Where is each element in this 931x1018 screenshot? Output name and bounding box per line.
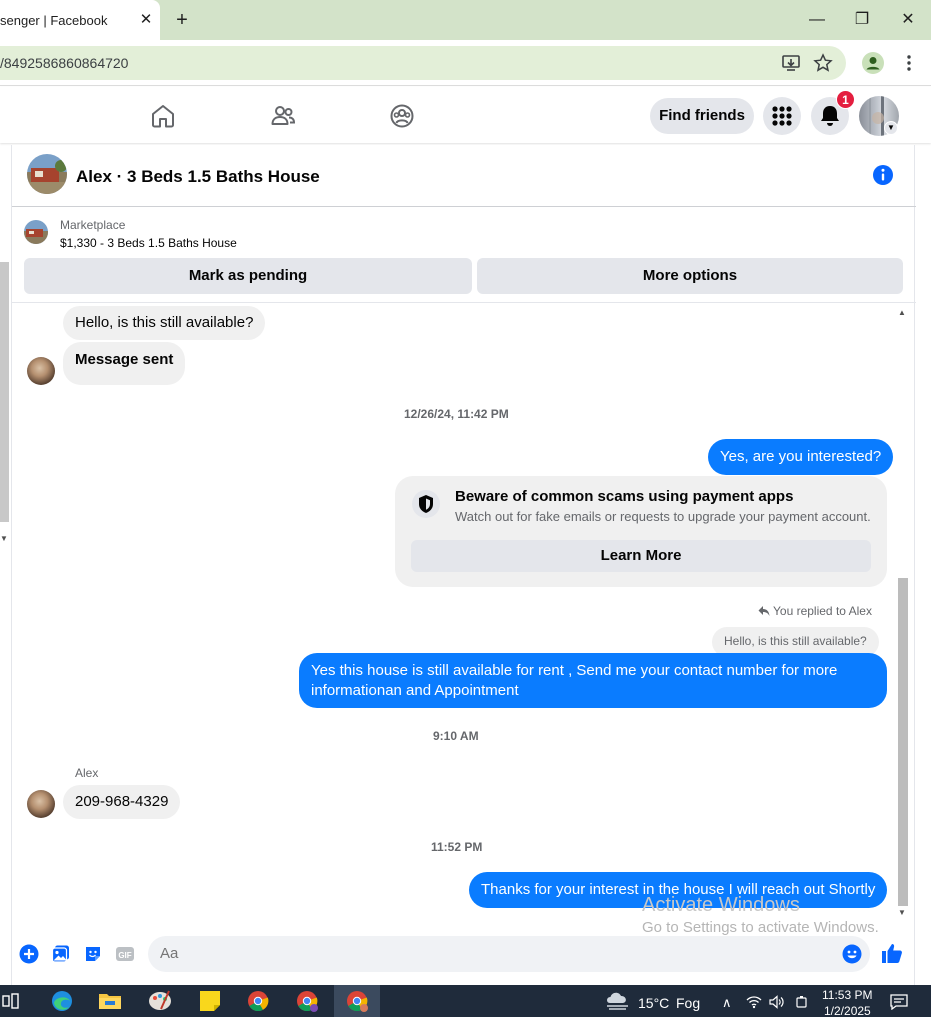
menu-grid-icon [772,106,792,126]
message-input[interactable] [160,945,820,962]
address-bar[interactable]: /8492586860864720 [0,46,846,80]
listing-thumbnail[interactable] [24,220,48,244]
listing-avatar[interactable] [27,154,67,194]
gif-icon[interactable]: GIF [115,944,135,964]
chrome-profile-3-icon[interactable] [344,989,370,1013]
emoji-icon[interactable] [842,944,862,964]
browser-tab-strip: senger | Facebook ✕ + — ❐ ✕ [0,0,931,40]
tab-title: senger | Facebook [0,13,108,28]
battery-icon[interactable] [795,995,809,1009]
mark-as-pending-button[interactable]: Mark as pending [24,258,472,294]
sender-avatar[interactable] [27,790,55,818]
scam-warning-card: Beware of common scams using payment app… [395,476,887,587]
shield-icon [412,490,440,518]
message-outgoing[interactable]: Yes, are you interested? [708,439,894,475]
speaker-icon[interactable] [769,995,785,1009]
reply-note: You replied to Alex [773,604,872,618]
chat-title[interactable]: Alex · 3 Beds 1.5 Baths House [76,167,320,187]
sender-name: Alex [75,766,99,780]
chrome-icon[interactable] [245,989,271,1013]
like-thumbs-up-icon[interactable] [880,941,904,965]
browser-toolbar: /8492586860864720 [0,40,931,86]
wifi-icon[interactable] [746,995,762,1009]
task-view-icon[interactable] [2,989,20,1013]
listing-source: Marketplace [60,218,126,232]
message-timestamp: 11:52 PM [431,840,483,854]
chrome-menu-icon[interactable] [899,53,919,73]
notification-badge: 1 [836,90,855,109]
message-incoming[interactable]: Hello, is this still available? [63,306,266,340]
message-composer[interactable] [148,936,870,972]
home-icon[interactable] [150,103,176,129]
friends-icon[interactable] [270,103,296,129]
message-timestamp: 12/26/24, 11:42 PM [404,407,509,421]
messages-scrollbar-thumb[interactable] [898,578,908,906]
message-outgoing[interactable]: Yes this house is still available for re… [299,653,887,708]
window-restore-button[interactable]: ❐ [850,8,874,32]
url-text[interactable]: /8492586860864720 [0,55,128,71]
bookmark-star-icon[interactable] [813,53,833,73]
menu-button[interactable] [763,97,801,135]
sticker-icon[interactable] [83,944,103,964]
window-minimize-button[interactable]: — [805,8,829,32]
chevron-down-icon[interactable]: ▼ [884,121,898,135]
window-close-button[interactable]: ✕ [896,8,920,32]
edge-browser-icon[interactable] [49,989,75,1013]
browser-tab[interactable]: senger | Facebook ✕ [0,0,160,40]
learn-more-button[interactable]: Learn More [411,540,871,572]
sticky-notes-icon[interactable] [197,989,223,1013]
paint-app-icon[interactable] [147,989,173,1013]
scam-warning-title: Beware of common scams using payment app… [455,488,794,505]
activate-windows-watermark: Activate Windows [642,894,800,916]
chat-header: Alex · 3 Beds 1.5 Baths House [12,145,916,207]
add-icon[interactable] [19,944,39,964]
photo-icon[interactable] [51,944,71,964]
find-friends-button[interactable]: Find friends [650,98,754,134]
page-scrollbar[interactable]: ▼ [0,262,10,547]
chrome-profile-2-icon[interactable] [294,989,320,1013]
fog-weather-icon[interactable] [604,990,632,1012]
message-timestamp: 9:10 AM [433,729,479,743]
tab-close-icon[interactable]: ✕ [138,10,154,30]
chrome-profile-icon[interactable] [862,52,884,74]
install-app-icon[interactable] [781,53,801,73]
file-explorer-icon[interactable] [97,989,123,1013]
new-tab-button[interactable]: + [172,8,192,32]
clock-date[interactable]: 1/2/2025 [824,1004,871,1018]
groups-icon[interactable] [389,103,415,129]
reply-icon [758,606,770,616]
activate-windows-hint: Go to Settings to activate Windows. [642,919,879,936]
info-icon[interactable] [872,164,894,186]
scam-warning-description: Watch out for fake emails or requests to… [455,509,871,524]
more-options-button[interactable]: More options [477,258,903,294]
message-line: Yes this house is still available for re… [311,662,838,679]
windows-taskbar: 15°C Fog ∧ 11:53 PM 1/2/2025 [0,985,931,1018]
weather-temperature[interactable]: 15°C [638,995,669,1011]
marketplace-listing-bar: Marketplace $1,330 - 3 Beds 1.5 Baths Ho… [12,208,916,303]
chevron-up-icon[interactable]: ∧ [722,995,732,1011]
message-incoming[interactable]: Message sent [63,342,186,385]
weather-condition[interactable]: Fog [676,995,700,1011]
svg-text:GIF: GIF [118,951,131,960]
message-incoming[interactable]: 209-968-4329 [63,785,181,819]
facebook-top-nav: Find friends [0,87,931,143]
message-line: informationan and Appointment [311,682,519,699]
clock-time[interactable]: 11:53 PM [822,988,872,1002]
listing-title[interactable]: $1,330 - 3 Beds 1.5 Baths House [60,236,237,250]
notification-center-icon[interactable] [890,994,908,1010]
sender-avatar[interactable] [27,357,55,385]
